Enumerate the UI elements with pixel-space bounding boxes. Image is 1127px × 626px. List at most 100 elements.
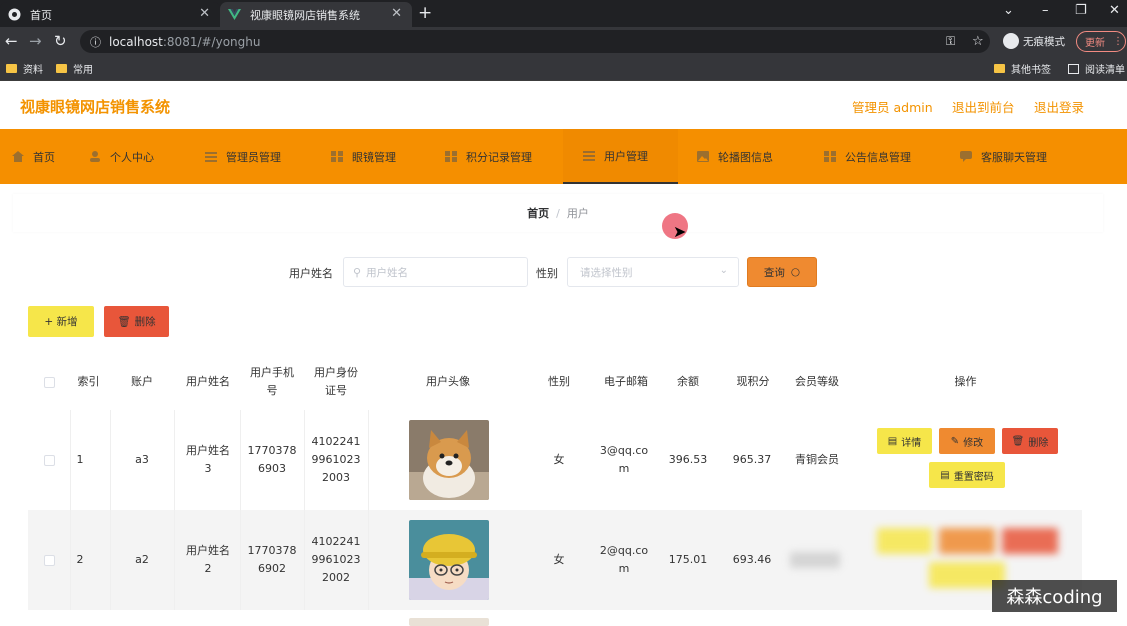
maximize-icon[interactable]: ❐ — [1075, 3, 1087, 18]
url-path: :8081/#/yonghu — [162, 34, 261, 49]
reading-list-icon — [1068, 63, 1079, 74]
breadcrumb: 首页 / 用户 — [13, 194, 1103, 232]
nav-label: 首页 — [33, 150, 55, 164]
nav-label: 管理员管理 — [226, 150, 281, 164]
incognito-icon — [1003, 33, 1019, 49]
row-checkbox-cell[interactable] — [28, 510, 70, 610]
star-icon[interactable]: ☆ — [972, 34, 984, 49]
search-icon: ○ — [790, 266, 801, 278]
column-header: 性别 — [548, 375, 570, 388]
nav-label: 积分记录管理 — [466, 150, 532, 164]
nav-item-profile[interactable]: 个人中心 — [89, 129, 179, 184]
bookmark-folder[interactable]: 资料 — [6, 61, 43, 76]
update-button[interactable]: 更新 ⋮ — [1076, 31, 1126, 52]
url-input[interactable]: ⓘ localhost:8081/#/yonghu ⚿ ☆ — [80, 30, 990, 53]
cell-index: 1 — [76, 453, 84, 466]
delete-button[interactable]: 🗑 删除 — [1002, 428, 1058, 454]
reading-list-label: 阅读清单 — [1085, 65, 1125, 76]
url-host: localhost — [109, 34, 163, 49]
edit-button[interactable] — [939, 528, 995, 554]
incognito-label: 无痕模式 — [1023, 35, 1065, 48]
detail-button[interactable]: ▤ 详情 — [877, 428, 932, 454]
update-label: 更新 — [1085, 38, 1105, 49]
nav-item-carousel[interactable]: 轮播图信息 — [697, 129, 797, 184]
select-all-checkbox[interactable] — [43, 376, 55, 388]
bookmark-label: 其他书签 — [1011, 65, 1051, 76]
column-header: 索引 — [77, 375, 100, 388]
close-icon[interactable]: ✕ — [199, 6, 210, 21]
browser-tab-home[interactable]: 首页 ✕ — [0, 2, 220, 27]
column-header: 用户头像 — [426, 375, 470, 388]
other-bookmarks[interactable]: 其他书签 — [994, 61, 1051, 76]
window-close-icon[interactable]: ✕ — [1109, 3, 1120, 18]
edit-label: 修改 — [963, 437, 984, 449]
new-tab-icon[interactable]: + — [418, 3, 432, 23]
globe-icon — [8, 8, 21, 21]
row-checkbox-cell[interactable] — [28, 410, 70, 510]
row-checkbox[interactable] — [43, 454, 55, 466]
document-icon: ▤ — [940, 469, 950, 481]
username-search-input[interactable]: ⚲ 用户姓名 — [343, 257, 528, 287]
gender-select[interactable]: 请选择性别 ⌄ — [567, 257, 739, 287]
table-header: 索引 账户 用户姓名 用户手机号 用户身份证号 用户头像 性别 电子邮箱 余额 … — [28, 356, 1082, 408]
folder-icon — [994, 64, 1005, 73]
delete-button[interactable] — [1002, 528, 1058, 554]
cell-phone: 17703786903 — [247, 444, 297, 475]
cell-phone: 17703786902 — [247, 544, 297, 575]
back-icon[interactable]: ← — [5, 32, 18, 50]
cell-gender: 女 — [553, 553, 565, 566]
table-row: 2 a2 用户姓名2 17703786902 41022419961023200… — [28, 510, 1082, 610]
row-checkbox[interactable] — [43, 554, 55, 566]
column-divider — [304, 410, 305, 510]
chevron-down-icon[interactable]: ⌄ — [1003, 3, 1014, 18]
nav-item-chat[interactable]: 客服聊天管理 — [960, 129, 1070, 184]
back-to-front-link[interactable]: 退出到前台 — [952, 97, 1015, 116]
breadcrumb-home[interactable]: 首页 — [527, 205, 549, 221]
column-header: 会员等级 — [795, 375, 839, 388]
gender-label: 性别 — [536, 267, 558, 280]
minimize-icon[interactable]: – — [1042, 3, 1049, 18]
logout-link[interactable]: 退出登录 — [1034, 97, 1084, 116]
cell-balance: 396.53 — [668, 453, 708, 466]
query-button[interactable]: 查询 ○ — [747, 257, 817, 287]
nav-item-notice[interactable]: 公告信息管理 — [824, 129, 934, 184]
column-divider — [368, 410, 369, 510]
user-avatar — [409, 520, 489, 600]
delete-label: 删除 — [1028, 437, 1049, 449]
cell-level-placeholder — [790, 552, 840, 568]
nav-item-admin[interactable]: 管理员管理 — [205, 129, 305, 184]
nav-item-home[interactable]: 首页 — [12, 129, 72, 184]
forward-icon[interactable]: → — [29, 32, 42, 50]
column-divider — [174, 510, 175, 610]
reading-list[interactable]: 阅读清单 — [1068, 61, 1125, 76]
query-label: 查询 — [763, 266, 785, 279]
nav-item-glasses[interactable]: 眼镜管理 — [331, 129, 421, 184]
column-divider — [240, 510, 241, 610]
detail-label: 详情 — [901, 437, 922, 449]
reload-icon[interactable]: ↻ — [54, 32, 67, 50]
edit-button[interactable]: ✎ 修改 — [939, 428, 995, 454]
grid-icon — [824, 151, 836, 162]
detail-button[interactable] — [877, 528, 932, 554]
chevron-down-icon: ⌄ — [719, 265, 728, 276]
edit-icon: ✎ — [950, 435, 960, 447]
nav-item-users[interactable]: 用户管理 — [563, 129, 678, 184]
app-header: 视康眼镜网店销售系统 管理员 admin 退出到前台 退出登录 — [0, 81, 1127, 129]
cell-name: 用户姓名2 — [186, 544, 230, 575]
close-icon[interactable]: ✕ — [391, 6, 402, 21]
admin-label: 管理员 admin — [852, 100, 933, 115]
nav-item-points[interactable]: 积分记录管理 — [445, 129, 555, 184]
bookmark-folder[interactable]: 常用 — [56, 61, 93, 76]
batch-delete-button[interactable]: 🗑 删除 — [104, 306, 169, 337]
browser-tab-app[interactable]: 视康眼镜网店销售系统 ✕ — [220, 2, 412, 27]
reset-password-button[interactable]: ▤ 重置密码 — [929, 462, 1005, 488]
cell-level: 青铜会员 — [795, 453, 839, 466]
column-header: 现积分 — [736, 375, 770, 388]
incognito-indicator[interactable]: 无痕模式 — [1003, 33, 1065, 49]
nav-label: 公告信息管理 — [845, 150, 911, 164]
key-icon[interactable]: ⚿ — [946, 34, 955, 49]
add-button[interactable]: + 新增 — [28, 306, 94, 337]
bookmark-label: 资料 — [23, 65, 43, 76]
select-all-checkbox-cell[interactable] — [28, 356, 70, 408]
cell-account: a2 — [135, 553, 149, 566]
